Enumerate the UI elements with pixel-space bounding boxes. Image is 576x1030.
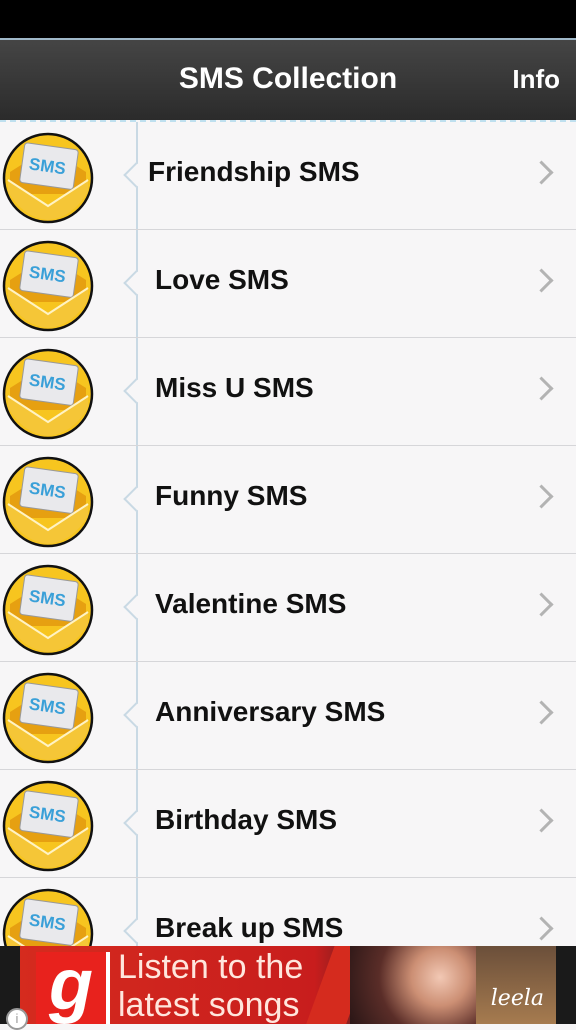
ad-content[interactable]: g Listen to the latest songs leela (20, 946, 556, 1024)
icon-cell: SMS (0, 554, 149, 661)
list-item-label: Valentine SMS (155, 588, 347, 619)
list-item[interactable]: SMS Funny SMS (0, 446, 576, 554)
sms-envelope-icon: SMS (2, 348, 94, 440)
gaana-logo: g (36, 949, 110, 1024)
ad-info-icon[interactable]: i (6, 1008, 28, 1030)
list-item-label: Birthday SMS (155, 804, 338, 835)
list-item-label: Love SMS (155, 264, 289, 295)
list-item[interactable]: SMS Miss U SMS (0, 338, 576, 446)
list-item-label: Anniversary SMS (155, 696, 386, 727)
icon-cell: SMS (0, 770, 149, 877)
cell-notch (123, 594, 149, 620)
sms-category-list[interactable]: SMS Friendship SMS SMS Love SMS SMS Miss U SM… (0, 120, 576, 946)
info-button[interactable]: Info (512, 64, 560, 95)
chevron-right-icon (529, 916, 554, 941)
ad-banner[interactable]: g Listen to the latest songs leela (0, 946, 576, 1024)
cell-notch (123, 810, 149, 836)
sms-envelope-icon: SMS (2, 132, 94, 224)
cell-notch (123, 378, 149, 404)
cell-notch (123, 162, 149, 188)
navigation-bar: SMS Collection Info (0, 38, 576, 120)
cell-notch (123, 270, 149, 296)
sms-envelope-icon: SMS (2, 780, 94, 872)
chevron-right-icon (529, 592, 554, 617)
cell-notch (123, 486, 149, 512)
chevron-right-icon (529, 484, 554, 509)
chevron-right-icon (529, 160, 554, 185)
status-bar (0, 0, 576, 38)
ad-text-line2: latest songs (118, 986, 300, 1024)
icon-cell: SMS (0, 230, 149, 337)
list-item[interactable]: SMS Love SMS (0, 230, 576, 338)
icon-cell: SMS (0, 662, 149, 769)
chevron-right-icon (529, 376, 554, 401)
sms-envelope-icon: SMS (2, 672, 94, 764)
list-item-label: Friendship SMS (148, 156, 360, 187)
chevron-right-icon (529, 808, 554, 833)
sms-envelope-icon: SMS (2, 564, 94, 656)
list-item-label: Break up SMS (155, 912, 344, 943)
list-item[interactable]: SMS Break up SMS (0, 878, 576, 946)
list-item[interactable]: SMS Anniversary SMS (0, 662, 576, 770)
page-title: SMS Collection (178, 62, 398, 95)
cell-notch (123, 702, 149, 728)
ad-text-line1: Listen to the (118, 948, 304, 986)
icon-cell: SMS (0, 338, 149, 445)
list-item-label: Funny SMS (155, 480, 308, 511)
chevron-right-icon (529, 268, 554, 293)
list-item[interactable]: SMS Valentine SMS (0, 554, 576, 662)
list-item-label: Miss U SMS (155, 372, 314, 403)
sms-envelope-icon: SMS (2, 240, 94, 332)
ad-poster: leela (476, 946, 556, 1024)
list-item[interactable]: SMS Friendship SMS (0, 122, 576, 230)
icon-cell: SMS (0, 446, 149, 553)
sms-envelope-icon: SMS (2, 888, 94, 946)
list-item[interactable]: SMS Birthday SMS (0, 770, 576, 878)
icon-cell: SMS (0, 878, 149, 946)
ad-text: Listen to the latest songs (118, 948, 303, 1024)
ad-poster-text: leela (490, 986, 544, 1011)
icon-cell: SMS (0, 122, 149, 229)
sms-envelope-icon: SMS (2, 456, 94, 548)
chevron-right-icon (529, 700, 554, 725)
cell-notch (123, 918, 149, 944)
